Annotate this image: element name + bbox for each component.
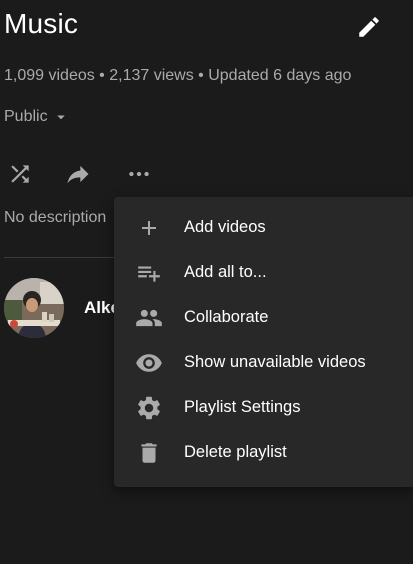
trash-icon (114, 430, 184, 475)
share-arrow-icon (67, 165, 89, 184)
divider (4, 257, 124, 258)
share-button[interactable] (58, 154, 98, 194)
menu-item-label: Add all to... (184, 263, 267, 281)
menu-item-label: Collaborate (184, 308, 269, 326)
menu-item-add-all-to[interactable]: Add all to... (114, 250, 413, 295)
more-actions-button[interactable] (119, 154, 159, 194)
menu-item-playlist-settings[interactable]: Playlist Settings (114, 385, 413, 430)
avatar-photo (4, 278, 64, 338)
menu-item-collaborate[interactable]: Collaborate (114, 295, 413, 340)
shuffle-icon (11, 165, 29, 183)
playlist-description: No description (4, 209, 107, 226)
avatar[interactable] (4, 278, 64, 338)
privacy-dropdown[interactable]: Public (4, 108, 70, 126)
playlist-stats: 1,099 videos • 2,137 views • Updated 6 d… (4, 67, 352, 84)
menu-item-label: Playlist Settings (184, 398, 301, 416)
plus-icon (114, 205, 184, 250)
menu-item-label: Delete playlist (184, 443, 287, 461)
menu-item-add-videos[interactable]: Add videos (114, 205, 413, 250)
edit-title-button[interactable] (354, 12, 384, 42)
more-actions-menu: Add videos Add all to... Collaborate Sho… (114, 197, 413, 487)
more-horizontal-icon (129, 171, 149, 177)
privacy-label: Public (4, 108, 48, 125)
playlist-owner[interactable]: Alke (4, 278, 120, 338)
menu-item-label: Add videos (184, 218, 266, 236)
playlist-title: Music (4, 8, 79, 39)
eye-icon (114, 340, 184, 385)
playlist-add-icon (114, 250, 184, 295)
pencil-icon (359, 17, 379, 37)
menu-item-delete-playlist[interactable]: Delete playlist (114, 430, 413, 475)
menu-item-label: Show unavailable videos (184, 353, 366, 371)
playlist-actions (0, 154, 413, 194)
menu-item-show-unavailable[interactable]: Show unavailable videos (114, 340, 413, 385)
people-icon (114, 295, 184, 340)
caret-down-icon (56, 115, 65, 120)
gear-icon (114, 385, 184, 430)
shuffle-button[interactable] (0, 154, 40, 194)
